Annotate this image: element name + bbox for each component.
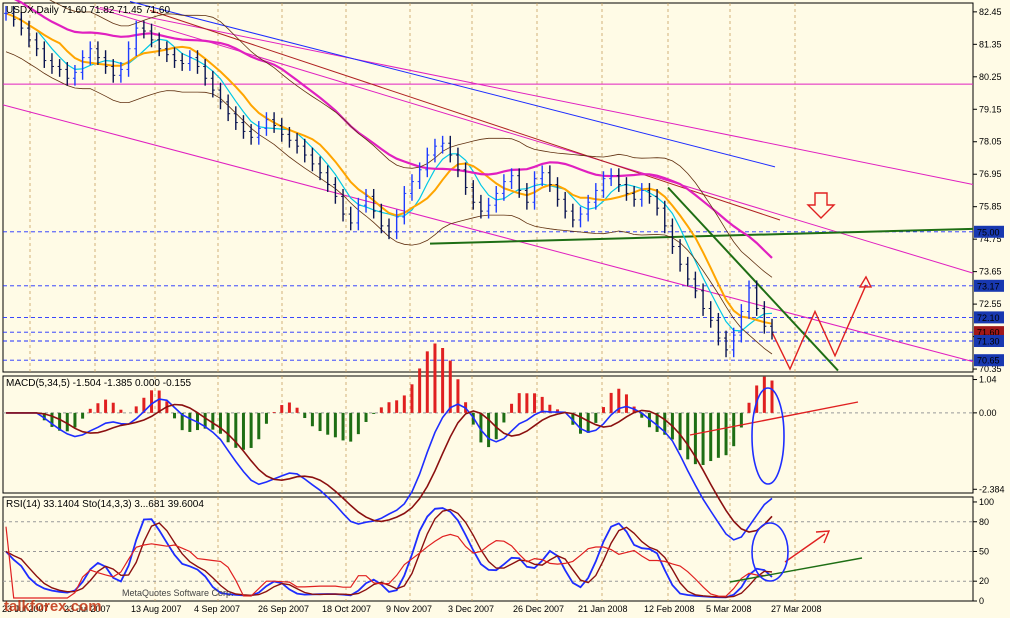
- macd-header: MACD(5,34,5) -1.504 -1.385 0.000 -0.155: [6, 378, 192, 389]
- x-axis-label: 21 Jan 2008: [578, 604, 628, 614]
- price-box-label: 70.65: [977, 356, 1000, 366]
- x-axis-label: 12 Feb 2008: [644, 604, 695, 614]
- x-axis-label: 4 Sep 2007: [194, 604, 240, 614]
- rsi-header: RSI(14) 33.1404 Sto(14,3,3) 3...681 39.6…: [6, 499, 204, 510]
- x-axis-label: 3 Dec 2007: [448, 604, 494, 614]
- x-axis-label: 5 Mar 2008: [706, 604, 752, 614]
- x-axis-label: 27 Mar 2008: [771, 604, 822, 614]
- price-box-label: 72.10: [977, 313, 1000, 323]
- watermark-copyright: MetaQuotes Software Corp.: [122, 588, 234, 598]
- price-panel: [2, 2, 974, 373]
- x-axis-label: 13 Aug 2007: [131, 604, 182, 614]
- price-tick-label: 80.25: [979, 72, 1002, 82]
- price-box-label: 75.00: [977, 227, 1000, 237]
- watermark-site: talkforex.com: [4, 598, 102, 615]
- rsi-tick-label: 0: [979, 596, 984, 606]
- price-tick-label: 73.65: [979, 267, 1002, 277]
- x-axis-label: 26 Sep 2007: [258, 604, 309, 614]
- rsi-tick-label: 20: [979, 576, 989, 586]
- macd-tick-label: 1.04: [979, 375, 997, 385]
- price-tick-label: 78.05: [979, 137, 1002, 147]
- price-tick-label: 79.15: [979, 104, 1002, 114]
- price-header: USDX,Daily 71.60 71.82 71.45 71.60: [6, 5, 170, 16]
- macd-tick-label: 0.00: [979, 408, 997, 418]
- macd-tick-label: -2.384: [979, 484, 1005, 494]
- rsi-tick-label: 100: [979, 497, 994, 507]
- rsi-tick-label: 50: [979, 546, 989, 556]
- price-tick-label: 82.45: [979, 7, 1002, 17]
- price-tick-label: 81.35: [979, 39, 1002, 49]
- x-axis-label: 9 Nov 2007: [386, 604, 432, 614]
- x-axis-label: 18 Oct 2007: [322, 604, 371, 614]
- rsi-panel: [2, 496, 974, 602]
- forex-chart: 82.4581.3580.2579.1578.0576.9575.8574.75…: [2, 0, 1005, 615]
- price-tick-label: 76.95: [979, 169, 1002, 179]
- price-tick-label: 72.55: [979, 299, 1002, 309]
- x-axis-label: 26 Dec 2007: [513, 604, 564, 614]
- price-box-label: 71.30: [977, 337, 1000, 347]
- price-tick-label: 75.85: [979, 202, 1002, 212]
- rsi-tick-label: 80: [979, 517, 989, 527]
- price-box-label: 73.17: [977, 281, 1000, 291]
